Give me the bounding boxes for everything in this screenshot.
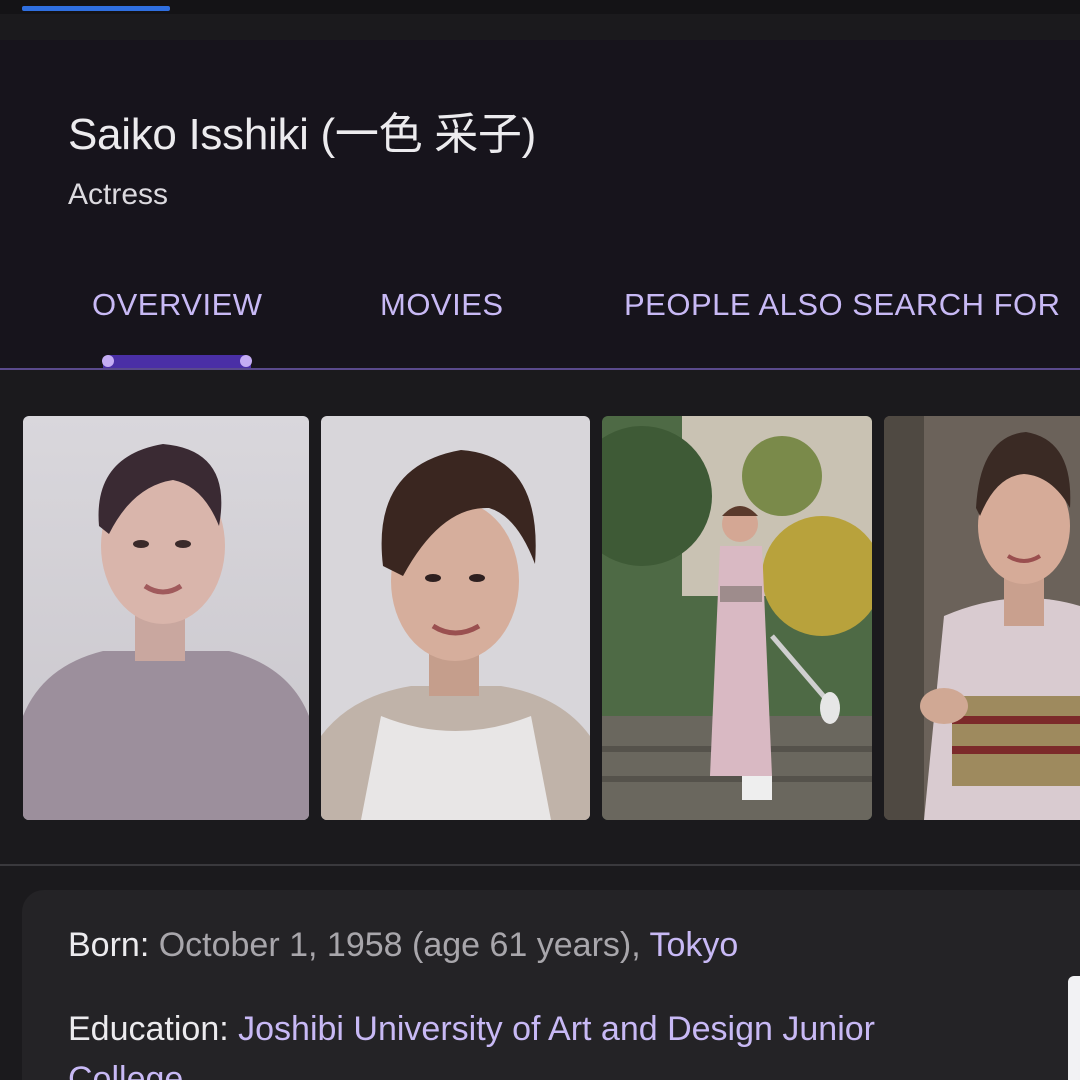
header-divider	[0, 368, 1080, 370]
photo-thumbnail-2[interactable]	[321, 416, 590, 820]
garden-kimono-image	[602, 416, 872, 820]
page-subtitle: Actress	[68, 178, 169, 211]
education-link[interactable]: Joshibi University of Art and Design Jun…	[238, 1010, 875, 1048]
tab-people-also-search-for[interactable]: PEOPLE ALSO SEARCH FOR	[624, 287, 1061, 323]
tab-movies[interactable]: MOVIES	[380, 287, 504, 323]
born-label: Born:	[68, 926, 150, 964]
kimono-portrait-image	[884, 416, 1080, 820]
born-place-link[interactable]: Tokyo	[650, 926, 739, 964]
section-divider	[0, 864, 1080, 866]
photo-thumbnail-4[interactable]	[884, 416, 1080, 820]
tab-bar: OVERVIEW MOVIES PEOPLE ALSO SEARCH FOR	[0, 280, 1080, 330]
top-strip	[0, 0, 1080, 14]
born-row: Born: October 1, 1958 (age 61 years), To…	[68, 926, 738, 965]
photo-thumbnail-3[interactable]	[602, 416, 872, 820]
born-value: October 1, 1958 (age 61 years),	[158, 926, 641, 964]
tab-selected-indicator	[102, 355, 252, 369]
education-row: Education: Joshibi University of Art and…	[68, 1010, 875, 1049]
edge-handle[interactable]	[1068, 976, 1080, 1080]
photo-thumbnail-1[interactable]	[23, 416, 309, 820]
education-row-continued: College	[68, 1060, 183, 1080]
loading-progress-bar	[22, 6, 170, 11]
portrait-image	[23, 416, 309, 820]
knowledge-panel: Saiko Isshiki (一色 采子) Actress OVERVIEW M…	[0, 0, 1080, 1080]
info-card	[22, 890, 1080, 1080]
education-link-continued[interactable]: College	[68, 1060, 183, 1080]
page-title: Saiko Isshiki (一色 采子)	[68, 110, 536, 159]
portrait-image	[321, 416, 590, 820]
tab-overview[interactable]: OVERVIEW	[92, 287, 263, 323]
education-label: Education:	[68, 1010, 229, 1048]
